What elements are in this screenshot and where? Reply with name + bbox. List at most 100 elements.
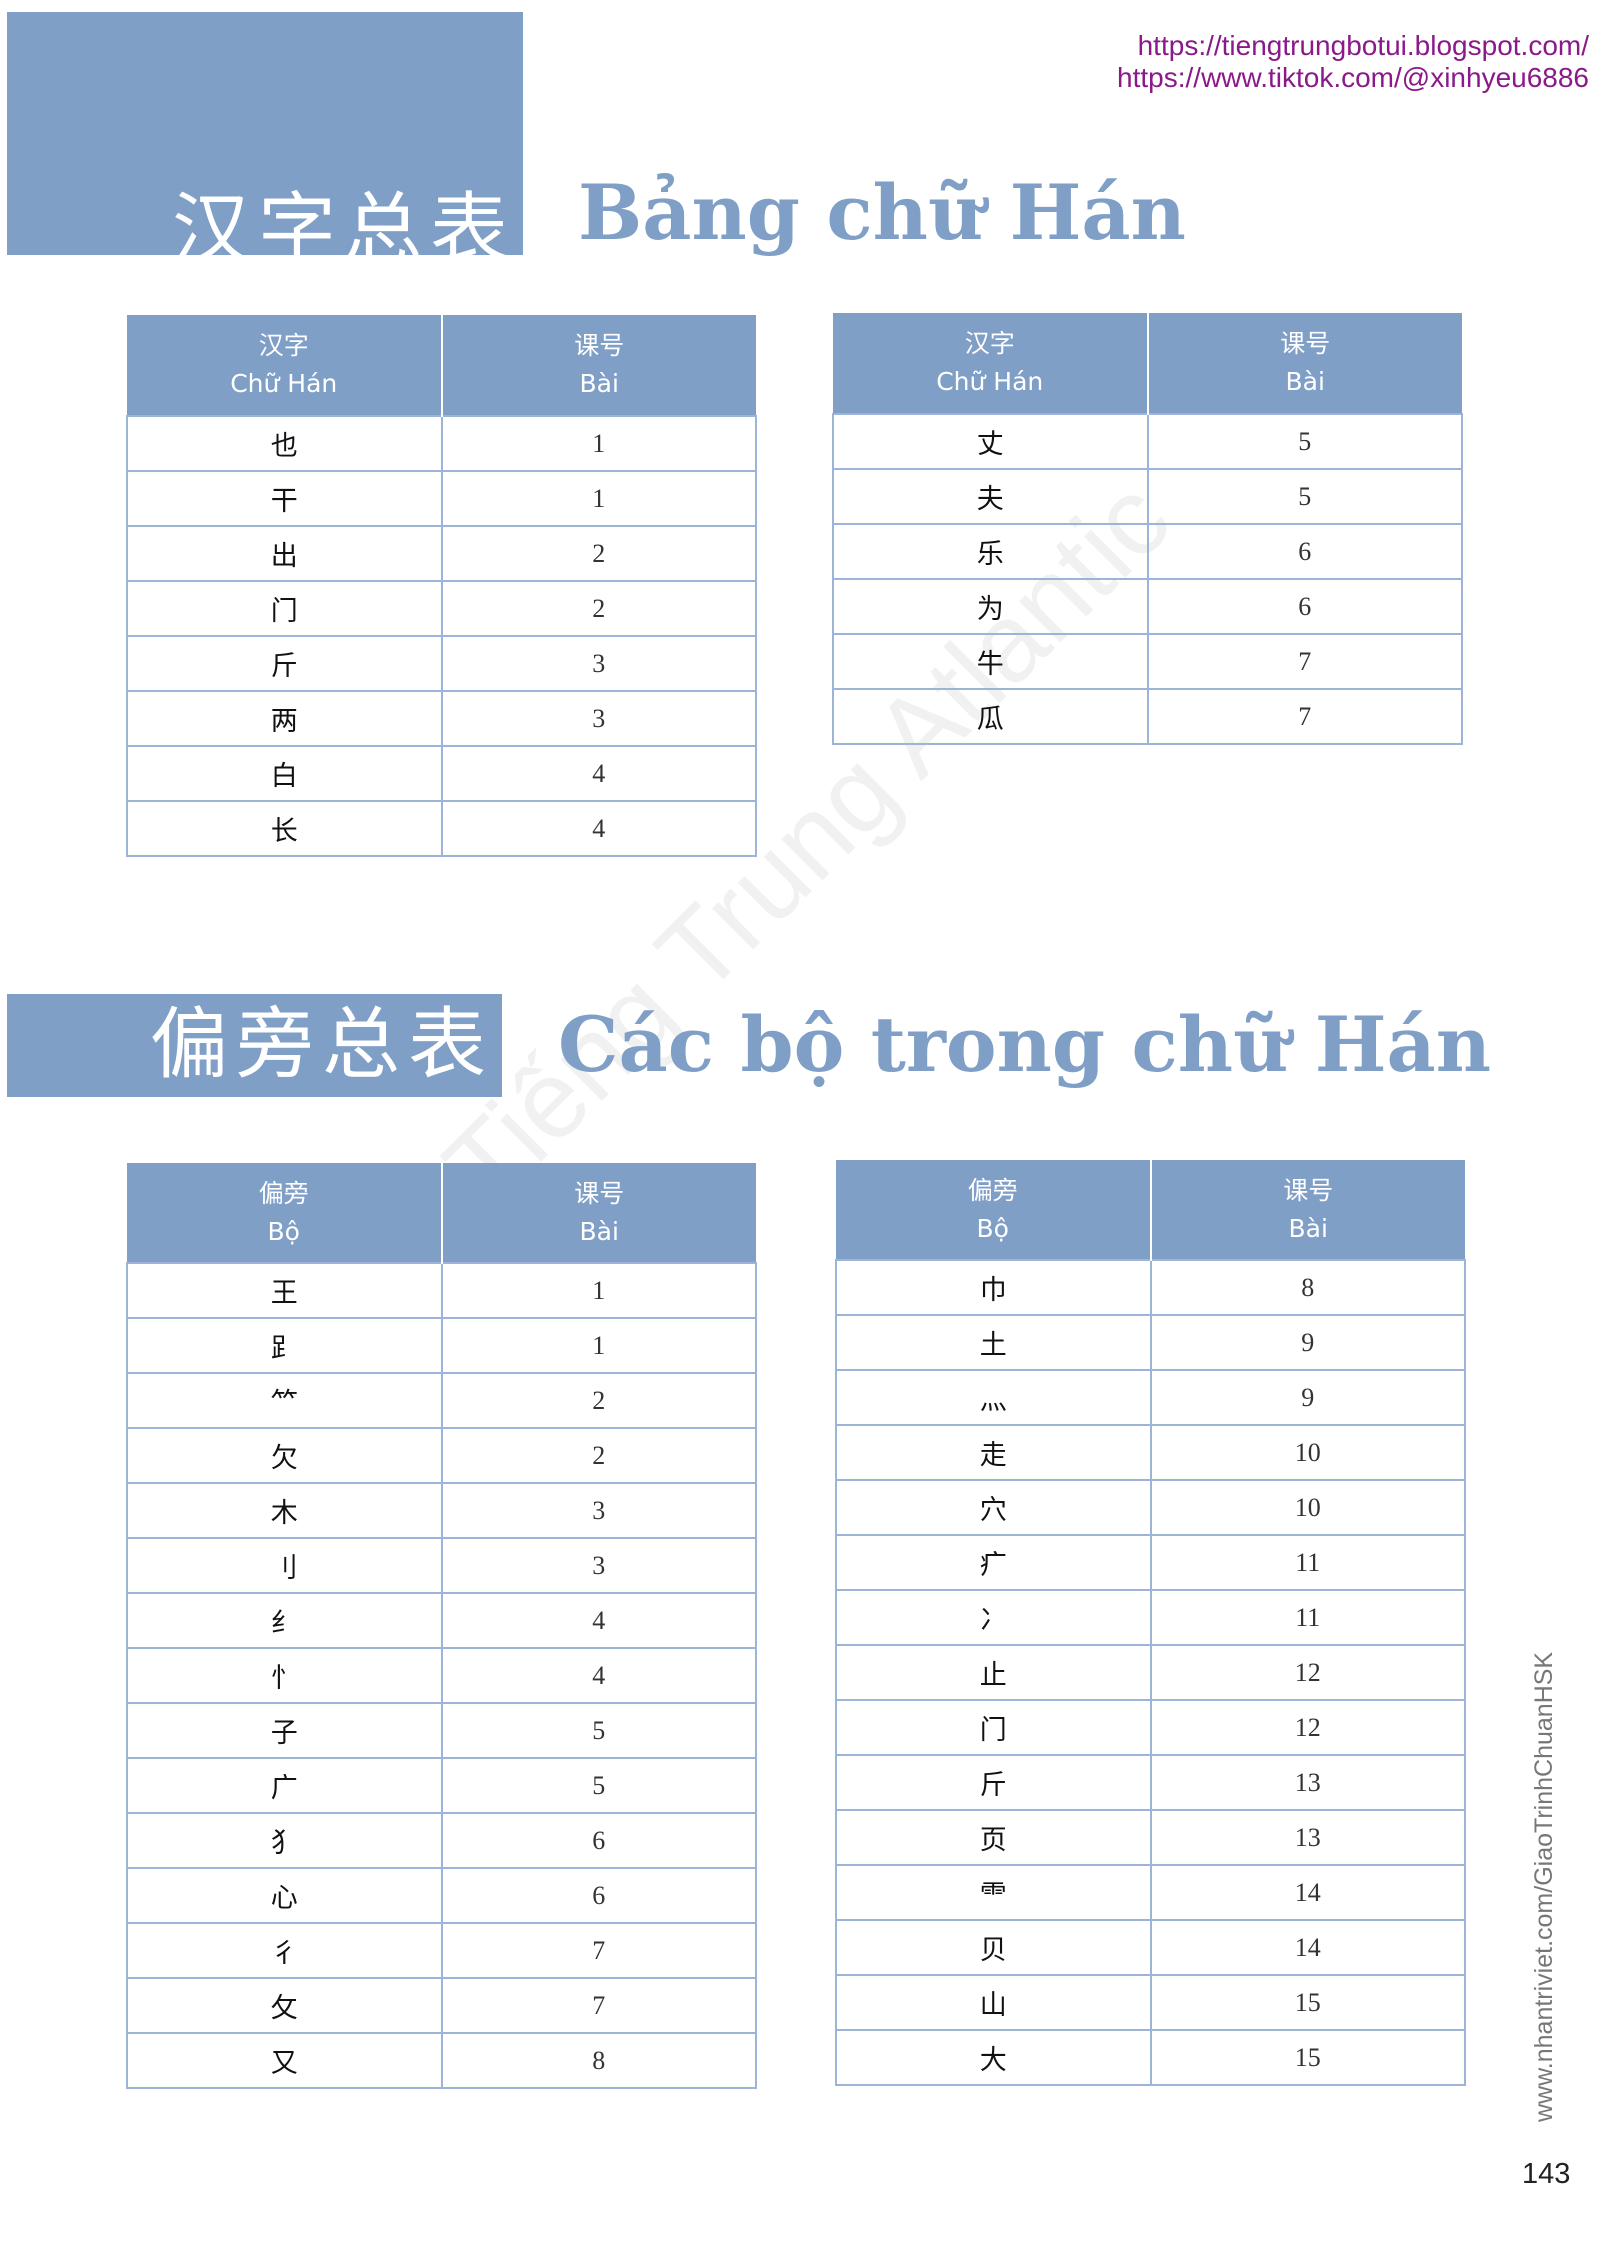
table-row: ⻊ 1: [126, 1317, 757, 1374]
table-row: 木3: [126, 1482, 757, 1539]
char-cell: 穴: [835, 1479, 1152, 1536]
header-label-lesson-vi: Bài: [579, 369, 619, 398]
section1-banner: 汉字总表: [7, 12, 523, 275]
table-row: 纟4: [126, 1592, 757, 1649]
table-row: 丈5: [832, 413, 1463, 470]
lesson-column-header: 课号 Bài: [1147, 313, 1462, 414]
char-cell: 土: [835, 1314, 1152, 1371]
table-row: 为6: [832, 578, 1463, 635]
table-row: 贝 14: [835, 1919, 1466, 1976]
blog-link[interactable]: https://tiengtrungbotui.blogspot.com/: [1138, 30, 1589, 62]
char-cell: 又: [126, 2032, 443, 2089]
lesson-cell: 4: [440, 800, 757, 857]
lesson-cell: 5: [1146, 413, 1463, 470]
lesson-cell: 7: [440, 1977, 757, 2034]
lesson-cell: 3: [440, 1482, 757, 1539]
chars-table-right: 汉字 Chữ Hán 课号 Bài 丈 5 夫 5 乐 6 为 6 牛 7 瓜 7: [832, 313, 1463, 745]
char-cell: 也: [126, 415, 443, 472]
char-cell: 斤: [126, 635, 443, 692]
char-cell: 灬: [835, 1369, 1152, 1426]
section1-title-vi: Bảng chữ Hán: [578, 168, 1186, 257]
table-header-row: 汉字 Chữ Hán 课号 Bài: [833, 313, 1462, 414]
lesson-cell: 6: [440, 1867, 757, 1924]
lesson-cell: 3: [440, 635, 757, 692]
lesson-cell: 14: [1149, 1864, 1466, 1921]
table-row: 子5: [126, 1702, 757, 1759]
table-row: ⻗ 14: [835, 1864, 1466, 1921]
char-cell: 斤: [835, 1754, 1152, 1811]
table-row: 斤 13: [835, 1754, 1466, 1811]
lesson-cell: 11: [1149, 1589, 1466, 1646]
table-row: 犭6: [126, 1812, 757, 1869]
table-row: 走 10: [835, 1424, 1466, 1481]
char-cell: 贝: [835, 1919, 1152, 1976]
table-row: 忄4: [126, 1647, 757, 1704]
lesson-cell: 5: [440, 1702, 757, 1759]
table-row: 长4: [126, 800, 757, 857]
lesson-cell: 13: [1149, 1754, 1466, 1811]
char-cell: 冫: [835, 1589, 1152, 1646]
lesson-cell: 9: [1149, 1369, 1466, 1426]
table-row: 出2: [126, 525, 757, 582]
header-label-lesson-vi: Bài: [1285, 367, 1325, 396]
lesson-cell: 7: [1146, 633, 1463, 690]
lesson-cell: 2: [440, 1372, 757, 1429]
char-cell: 丈: [832, 413, 1149, 470]
table-row: 巾8: [835, 1259, 1466, 1316]
header-label-char-vi: Bộ: [267, 1216, 300, 1246]
lesson-column-header: 课号 Bài: [441, 1163, 756, 1263]
header-label-lesson-vi: Bài: [579, 1216, 619, 1246]
table-header-row: 汉字 Chữ Hán 课号 Bài: [127, 315, 756, 416]
char-cell: 乐: [832, 523, 1149, 580]
char-cell: 页: [835, 1809, 1152, 1866]
lesson-column-header: 课号 Bài: [1150, 1160, 1465, 1260]
char-cell: 止: [835, 1644, 1152, 1701]
lesson-cell: 6: [440, 1812, 757, 1869]
char-column-header: 偏旁 Bộ: [127, 1163, 443, 1263]
table-header-row: 偏旁 Bộ 课号 Bài: [836, 1160, 1465, 1260]
lesson-cell: 4: [440, 745, 757, 802]
lesson-cell: 8: [1149, 1259, 1466, 1316]
char-cell: 疒: [835, 1534, 1152, 1591]
header-label-lesson-zh: 课号: [1283, 1175, 1334, 1205]
char-column-header: 偏旁 Bộ: [836, 1160, 1152, 1260]
section2-title-zh: 偏旁总表: [150, 1000, 495, 1090]
publisher-side-text: www.nhantriviet.com/GiaoTrinhChuanHSK: [1530, 1651, 1558, 2122]
tiktok-link[interactable]: https://www.tiktok.com/@xinhyeu6886: [1117, 62, 1589, 94]
char-cell: 山: [835, 1974, 1152, 2031]
table-row: 疒 11: [835, 1534, 1466, 1591]
lesson-cell: 6: [1146, 523, 1463, 580]
table-row: 刂3: [126, 1537, 757, 1594]
table-row: 乐6: [832, 523, 1463, 580]
table-row: 土9: [835, 1314, 1466, 1371]
lesson-cell: 15: [1149, 2029, 1466, 2086]
lesson-cell: 4: [440, 1592, 757, 1649]
table-row: 斤3: [126, 635, 757, 692]
lesson-cell: 6: [1146, 578, 1463, 635]
char-column-header: 汉字 Chữ Hán: [127, 315, 443, 416]
lesson-cell: 5: [440, 1757, 757, 1814]
lesson-cell: 1: [440, 1262, 757, 1319]
header-label-char-vi: Bộ: [976, 1213, 1009, 1243]
chars-table-left: 汉字 Chữ Hán 课号 Bài 也 1 干 1 出 2 门 2 斤 3 两 3 白 4 长 4: [126, 315, 757, 857]
lesson-cell: 7: [1146, 688, 1463, 745]
char-cell: 出: [126, 525, 443, 582]
table-row: 页 13: [835, 1809, 1466, 1866]
char-cell: 为: [832, 578, 1149, 635]
char-cell: 走: [835, 1424, 1152, 1481]
radicals-table-left: 偏旁 Bộ 课号 Bài 王 1 ⻊ 1 ⺮ 2 欠 2 木 3 刂 3 纟 4 忄 4 子 5 广 5 犭 6 心 6 彳 7 攵 7 又 8: [126, 1163, 757, 2089]
table-row: 心6: [126, 1867, 757, 1924]
lesson-cell: 2: [440, 525, 757, 582]
section1-title-zh: 汉字总表: [172, 185, 517, 275]
page-number: 143: [1522, 2158, 1571, 2190]
table-row: 两3: [126, 690, 757, 747]
header-label-char-zh: 偏旁: [258, 1178, 309, 1208]
lesson-cell: 10: [1149, 1479, 1466, 1536]
char-cell: 牛: [832, 633, 1149, 690]
char-cell: 彳: [126, 1922, 443, 1979]
table-row: 大 15: [835, 2029, 1466, 2086]
char-cell: 门: [835, 1699, 1152, 1756]
header-label-lesson-zh: 课号: [1280, 329, 1331, 358]
table-row: 冫 11: [835, 1589, 1466, 1646]
lesson-cell: 2: [440, 580, 757, 637]
